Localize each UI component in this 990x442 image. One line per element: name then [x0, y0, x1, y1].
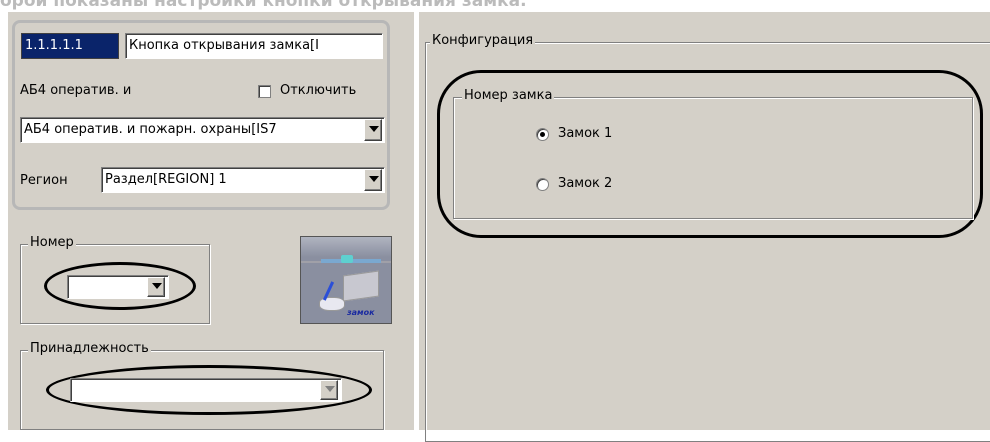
number-dropdown-button[interactable] — [147, 277, 165, 297]
device-name-field[interactable]: Кнопка открывания замка[I — [125, 33, 383, 59]
number-group-title: Номер — [28, 235, 76, 250]
region-dropdown-button[interactable] — [364, 169, 382, 191]
configuration-title: Конфигурация — [430, 33, 536, 48]
lock-2-label: Замок 2 — [558, 176, 613, 191]
radio-selected-dot — [540, 132, 545, 137]
lock-icon-caption: замок — [347, 308, 375, 317]
disable-checkbox[interactable] — [258, 85, 271, 98]
device-id-field[interactable]: 1.1.1.1.1 — [21, 33, 119, 59]
lock-2-radio[interactable] — [536, 178, 549, 191]
parent-device-select[interactable]: АБ4 оператив. и пожарн. охраны[IS7 — [20, 117, 385, 143]
parent-device-dropdown-button[interactable] — [364, 119, 382, 141]
disable-label: Отключить — [280, 83, 357, 98]
header-text: орой показаны настройки кнопки открывани… — [0, 0, 527, 11]
chevron-down-icon — [325, 386, 335, 392]
lock-number-group-title: Номер замка — [462, 88, 555, 103]
chevron-down-icon — [152, 283, 162, 289]
region-select-value: Раздел[REGION] 1 — [105, 172, 227, 187]
belonging-dropdown-button — [320, 380, 338, 400]
lock-1-label: Замок 1 — [558, 126, 613, 141]
lock-1-radio[interactable] — [536, 128, 549, 141]
belonging-group-title: Принадлежность — [28, 341, 151, 356]
chevron-down-icon — [369, 126, 379, 132]
belonging-select — [70, 378, 342, 402]
chevron-down-icon — [369, 176, 379, 182]
region-select[interactable]: Раздел[REGION] 1 — [101, 167, 385, 193]
region-label: Регион — [20, 173, 68, 188]
parent-device-label: АБ4 оператив. и — [20, 83, 132, 98]
parent-device-select-value: АБ4 оператив. и пожарн. охраны[IS7 — [24, 122, 277, 137]
lock-device-icon: замок — [300, 236, 392, 324]
lock-number-groupbox — [453, 97, 973, 219]
